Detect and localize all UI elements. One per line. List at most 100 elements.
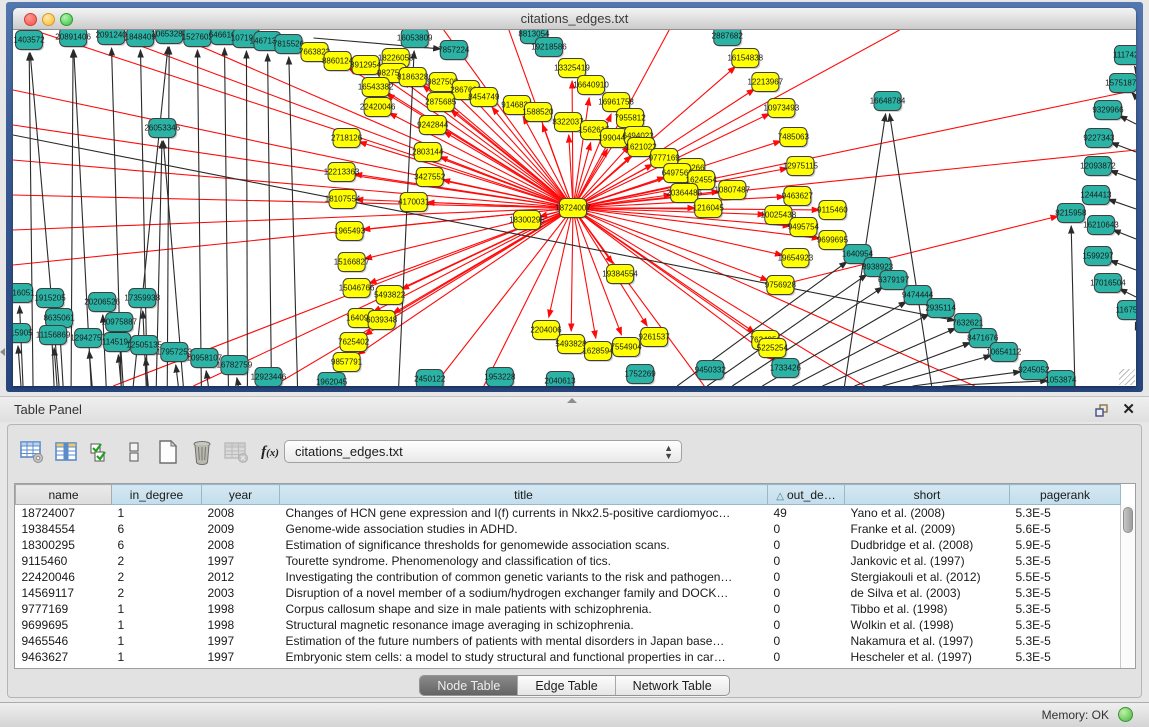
cell-in_degree[interactable]: 1 [112,633,202,649]
column-header-pagerank[interactable]: pagerank [1010,485,1121,505]
graph-node[interactable]: 3427552 [414,168,446,189]
graph-node[interactable]: 16648784 [870,92,906,113]
cell-short[interactable]: Nakamura et al. (1997) [845,633,1010,649]
cell-year[interactable]: 2003 [202,585,280,601]
cell-out_degree[interactable]: 0 [768,553,845,569]
cell-year[interactable]: 1997 [202,649,280,665]
row-height-icon[interactable] [120,438,148,466]
cell-title[interactable]: Disruption of a novel member of a sodium… [280,585,768,601]
tab-node-table[interactable]: Node Table [420,676,518,695]
graph-node[interactable]: 1053874 [1045,371,1077,387]
graph-node[interactable]: 6039348 [366,311,398,332]
cell-name[interactable]: 14569117 [16,585,112,601]
table-row[interactable]: 946362711997Embryonic stem cells: a mode… [16,649,1121,665]
column-header-in_degree[interactable]: in_degree [112,485,202,505]
cell-pagerank[interactable]: 5.9E-5 [1010,537,1121,553]
cell-out_degree[interactable]: 0 [768,633,845,649]
graph-node[interactable]: 18300295 [509,211,545,232]
cell-in_degree[interactable]: 2 [112,569,202,585]
new-file-icon[interactable] [154,438,182,466]
column-visibility-icon[interactable] [52,438,80,466]
cell-short[interactable]: Franke et al. (2009) [845,521,1010,537]
cell-year[interactable]: 1998 [202,617,280,633]
cell-name[interactable]: 9115460 [16,553,112,569]
graph-node[interactable]: 9261537 [639,328,671,349]
cell-title[interactable]: Embryonic stem cells: a model to study s… [280,649,768,665]
graph-node[interactable]: 9329966 [1092,101,1124,122]
graph-node[interactable]: 1915205 [34,289,66,310]
cell-in_degree[interactable]: 2 [112,585,202,601]
table-settings-icon[interactable] [18,438,46,466]
cell-pagerank[interactable]: 5.3E-5 [1010,505,1121,522]
graph-node[interactable]: 8860124 [322,52,354,73]
graph-node[interactable]: 7625402 [338,333,370,354]
cell-pagerank[interactable]: 5.3E-5 [1010,601,1121,617]
cell-short[interactable]: Jankovic et al. (1997) [845,553,1010,569]
graph-node[interactable]: 16210643 [1083,216,1119,237]
cell-short[interactable]: Hescheler et al. (1997) [845,649,1010,665]
tab-network-table[interactable]: Network Table [616,676,729,695]
splitpane-divider-grip[interactable] [567,398,577,403]
graph-node[interactable]: 20206526 [84,293,120,314]
network-table-select[interactable]: citations_edges.txt ▲▼ [284,440,682,463]
graph-node[interactable]: 2875685 [425,93,457,114]
graph-node[interactable]: 2091240 [96,30,128,46]
float-panel-icon[interactable] [1093,402,1109,418]
graph-node[interactable]: 18724007 [555,199,591,220]
cell-year[interactable]: 1998 [202,601,280,617]
cell-pagerank[interactable]: 5.3E-5 [1010,585,1121,601]
cell-name[interactable]: 18724007 [16,505,112,522]
graph-node[interactable]: 1962045 [316,373,348,387]
graph-node[interactable]: 16543382 [358,78,394,99]
cell-short[interactable]: Tibbo et al. (1998) [845,601,1010,617]
cell-out_degree[interactable]: 0 [768,601,845,617]
graph-node[interactable]: 10654112 [986,343,1022,364]
cell-pagerank[interactable]: 5.3E-5 [1010,553,1121,569]
network-canvas[interactable]: 1403572208914062091240184840910653287152… [13,30,1136,386]
tab-edge-table[interactable]: Edge Table [518,676,615,695]
cell-pagerank[interactable]: 5.5E-5 [1010,569,1121,585]
graph-node[interactable]: 2040613 [544,372,576,387]
graph-node[interactable]: 2887682 [712,30,744,47]
cell-short[interactable]: Wolkin et al. (1998) [845,617,1010,633]
column-header-title[interactable]: title [280,485,768,505]
cell-name[interactable]: 9463627 [16,649,112,665]
graph-node[interactable]: 20891406 [55,30,91,48]
column-header-year[interactable]: year [202,485,280,505]
graph-node[interactable]: 11156869 [36,326,71,347]
graph-node[interactable]: 19654923 [778,249,814,270]
cell-out_degree[interactable]: 0 [768,569,845,585]
graph-node[interactable]: 8454749 [468,88,500,109]
cell-name[interactable]: 9699695 [16,617,112,633]
graph-node[interactable]: 2935114 [925,299,956,320]
graph-node[interactable]: 16053809 [397,30,433,49]
graph-node[interactable]: 19218586 [531,38,567,59]
cell-in_degree[interactable]: 1 [112,505,202,522]
graph-node[interactable]: 9242844 [417,116,449,137]
select-all-check-icon[interactable] [86,438,114,466]
cell-out_degree[interactable]: 0 [768,585,845,601]
graph-node[interactable]: 17359938 [124,289,160,310]
table-row[interactable]: 969969511998Structural magnetic resonanc… [16,617,1121,633]
cell-out_degree[interactable]: 0 [768,649,845,665]
graph-node[interactable]: 2803144 [412,143,444,164]
cell-short[interactable]: Yano et al. (2008) [845,505,1010,522]
cell-title[interactable]: Changes of HCN gene expression and I(f) … [280,505,768,522]
graph-node[interactable]: 1953228 [484,368,516,387]
cell-out_degree[interactable]: 0 [768,537,845,553]
graph-node[interactable]: 16782759 [217,356,253,377]
graph-node[interactable]: 7955812 [615,109,647,130]
cell-in_degree[interactable]: 2 [112,553,202,569]
table-row[interactable]: 2242004622012Investigating the contribut… [16,569,1121,585]
table-row[interactable]: 946554611997Estimation of the future num… [16,633,1121,649]
cell-year[interactable]: 1997 [202,553,280,569]
trash-icon[interactable] [188,438,216,466]
graph-node[interactable]: 1117426 [1113,46,1136,67]
graph-node[interactable]: 16154838 [727,49,763,70]
graph-node[interactable]: 3915905 [13,324,33,345]
graph-node[interactable]: 7554904 [610,338,642,359]
graph-node[interactable]: 9227343 [1083,129,1115,150]
table-row[interactable]: 1830029562008Estimation of significance … [16,537,1121,553]
table-scrollbar-thumb[interactable] [1123,507,1133,533]
graph-node[interactable]: 9463627 [782,187,814,208]
